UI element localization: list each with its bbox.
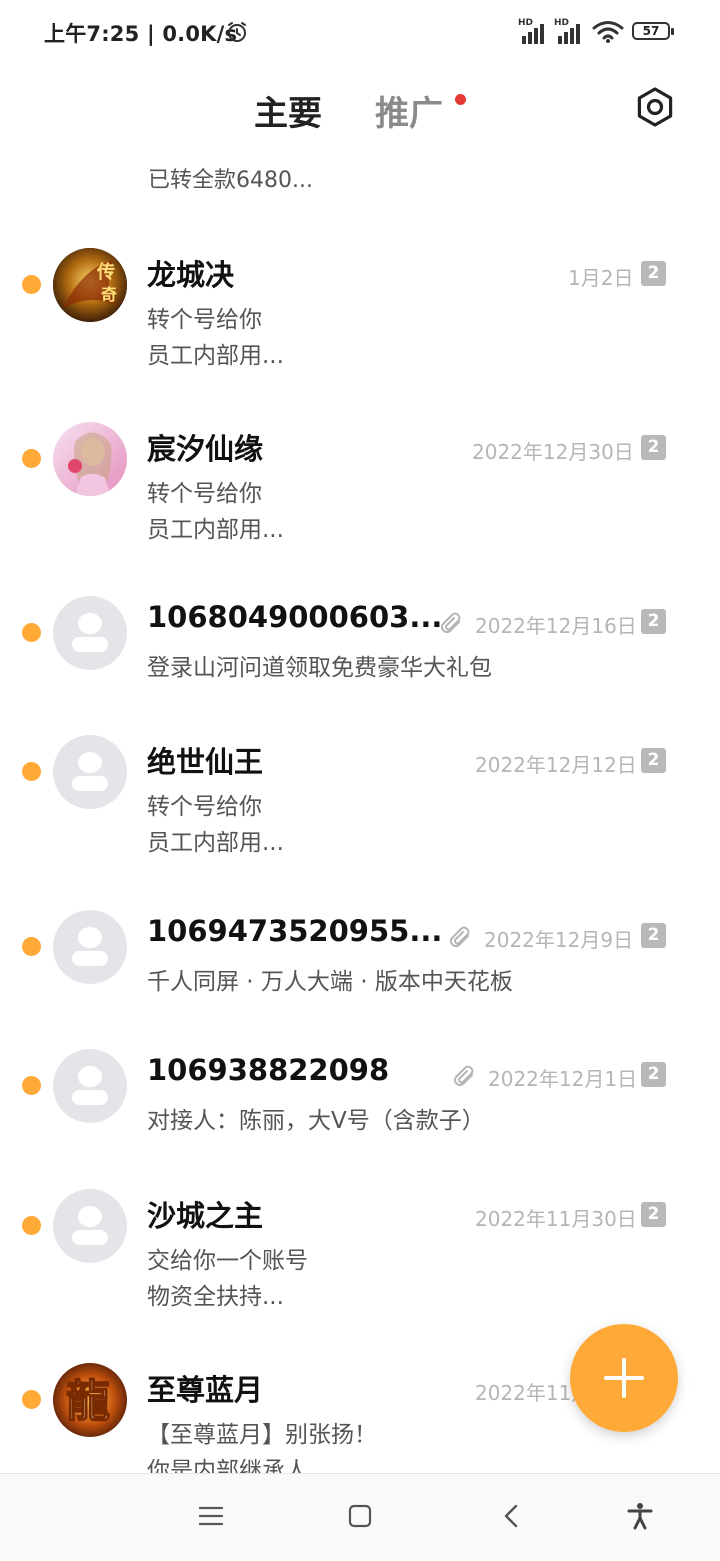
message-count-badge: 2 [641,609,666,634]
sender-name: 1069473520955... [147,914,443,948]
avatar-default [53,735,127,809]
message-count-badge: 2 [641,435,666,460]
message-count-badge: 2 [641,1062,666,1087]
unread-dot [22,1076,41,1095]
message-preview-line: 【至尊蓝月】别张扬！ [147,1422,377,1448]
message-preview-line: 员工内部用... [147,343,284,369]
signal-icon: HD [518,18,548,44]
message-count-badge: 2 [641,748,666,773]
message-preview-line: 对接人：陈丽，大V号（含款子） [147,1108,485,1134]
unread-dot [22,623,41,642]
avatar-game-dragon: 龍 [53,1363,127,1437]
message-count-badge: 2 [641,1202,666,1227]
tab-primary[interactable]: 主要 [254,86,322,135]
status-bar: 上午7:25 | 0.0K/s HD HD 57 [0,0,720,66]
message-count-badge: 2 [641,261,666,286]
unread-dot [22,937,41,956]
wifi-icon [592,21,624,43]
sender-name: 沙城之主 [147,1199,264,1233]
message-row[interactable]: 106938822098 2022年12月1日 2 对接人：陈丽，大V号（含款子… [0,1031,720,1151]
message-preview-line: 员工内部用... [147,517,284,543]
unread-dot [22,449,41,468]
message-preview-line: 你是内部继承人 [147,1458,308,1473]
signal-icon: HD [554,18,584,44]
unread-dot [22,275,41,294]
sender-name: 宸汐仙缘 [147,432,264,466]
status-time: 上午7:25 | 0.0K/s [44,22,238,46]
message-date: 2022年12月16日 [475,614,637,638]
tab-promotions[interactable]: 推广 [375,86,443,135]
avatar-game-gold: 传 奇 [53,248,127,322]
message-preview-line: 物资全扶持... [147,1284,284,1310]
message-count-badge: 2 [641,923,666,948]
avatar-default [53,1189,127,1263]
back-icon[interactable] [498,1502,526,1530]
accessibility-icon[interactable] [626,1502,654,1530]
message-row[interactable]: 1068049000603... 2022年12月16日 2 登录山河问道领取免… [0,578,720,698]
avatar-default [53,1049,127,1123]
message-preview-line: 千人同屏 · 万人大端 · 版本中天花板 [147,969,513,995]
attachment-icon [440,612,461,634]
message-row[interactable]: 传 奇 龙城决 1月2日 2 转个号给你 员工内部用... [0,230,720,390]
sender-name: 1068049000603... [147,600,443,634]
avatar-lettering: 传 [96,261,115,283]
attachment-icon [449,926,470,948]
message-date: 1月2日 [568,266,634,290]
message-row[interactable]: 宸汐仙缘 2022年12月30日 2 转个号给你 员工内部用... [0,404,720,564]
battery-icon: 57 [632,22,674,42]
message-row[interactable]: 绝世仙王 2022年12月12日 2 转个号给你 员工内部用... [0,717,720,877]
message-preview-line: 交给你一个账号 [147,1248,308,1274]
sender-name: 龙城决 [147,258,235,292]
battery-level: 57 [632,22,670,40]
avatar-default [53,910,127,984]
sender-name: 绝世仙王 [147,745,264,779]
header: 主要 推广 [0,66,720,150]
promo-unread-dot [455,94,466,105]
navigation-bar [0,1473,720,1561]
message-preview-line: 员工内部用... [147,830,284,856]
unread-dot [22,1216,41,1235]
sender-name: 至尊蓝月 [147,1373,264,1407]
sender-name: 106938822098 [147,1053,390,1087]
avatar-game-fairy [53,422,127,496]
message-row[interactable]: 1069473520955... 2022年12月9日 2 千人同屏 · 万人大… [0,892,720,1012]
attachment-icon [453,1065,474,1087]
compose-button[interactable] [570,1324,678,1432]
message-date: 2022年12月12日 [475,753,637,777]
plus-icon [604,1358,644,1398]
message-preview-line: 转个号给你 [147,307,262,333]
home-icon[interactable] [346,1502,374,1530]
settings-icon[interactable] [632,84,678,130]
menu-icon[interactable] [197,1502,225,1530]
message-date: 2022年11月30日 [475,1207,637,1231]
unread-dot [22,762,41,781]
message-date: 2022年12月30日 [472,440,634,464]
message-preview-line: 登录山河问道领取免费豪华大礼包 [147,655,492,681]
partial-message-preview: 已转全款6480... [148,150,448,192]
alarm-icon [228,22,246,42]
message-row[interactable]: 沙城之主 2022年11月30日 2 交给你一个账号 物资全扶持... [0,1171,720,1331]
avatar-default [53,596,127,670]
avatar-lettering: 龍 [66,1376,110,1427]
message-date: 2022年12月1日 [488,1067,638,1091]
message-date: 2022年12月9日 [484,928,634,952]
message-preview-line: 转个号给你 [147,481,262,507]
avatar-lettering: 奇 [101,285,117,304]
unread-dot [22,1390,41,1409]
message-preview-line: 转个号给你 [147,794,262,820]
partial-preview-text: 已转全款6480... [148,168,313,192]
